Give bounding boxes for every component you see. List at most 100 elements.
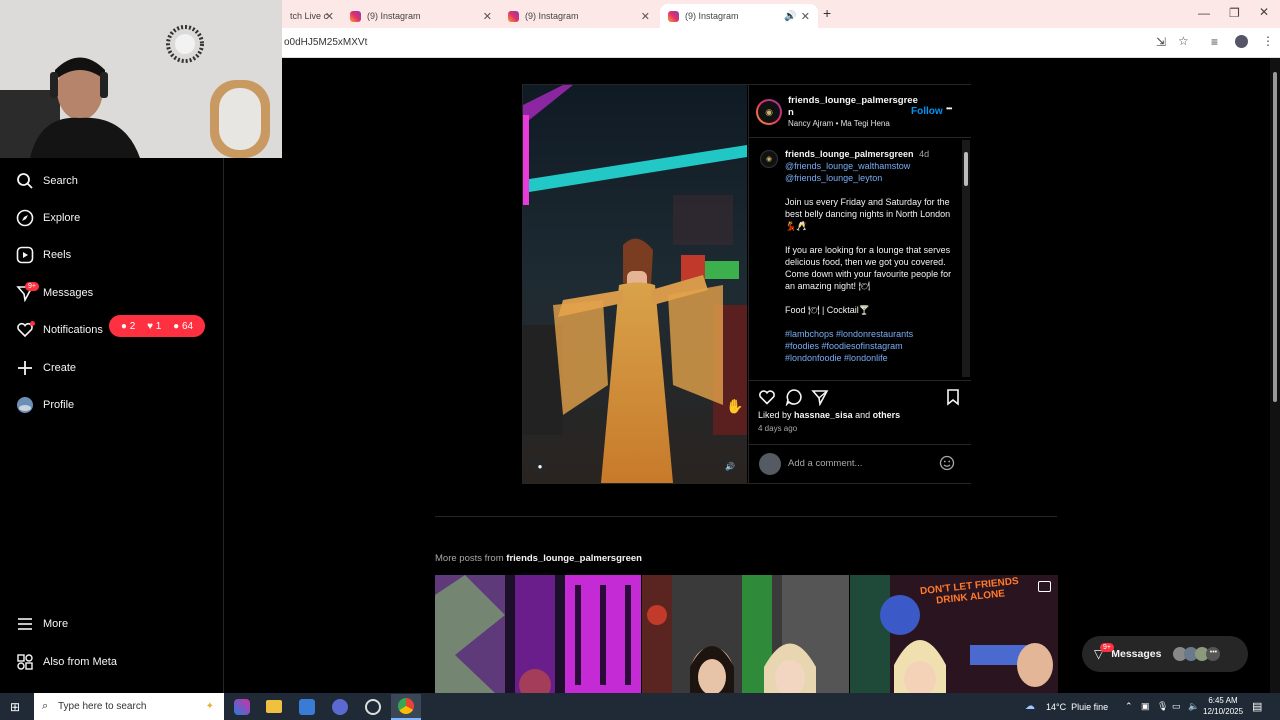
restore-icon[interactable]: ❐ [1229, 6, 1240, 20]
window-close-icon[interactable]: ✕ [1259, 5, 1269, 19]
hashtag-link[interactable]: #londonfoodie #londonlife [785, 352, 955, 364]
caption-scrollbar[interactable] [962, 140, 970, 377]
close-icon[interactable]: ✕ [801, 10, 810, 23]
page-scrollbar[interactable] [1270, 58, 1280, 693]
notifications-pill[interactable]: ● 2 ♥ 1 ● 64 [109, 315, 205, 337]
save-icon[interactable] [944, 388, 962, 411]
browser-tab[interactable]: (9) Instagram ✕ [500, 4, 658, 28]
sidebar-item-label: Create [43, 362, 77, 374]
weather-text[interactable]: 14°C Pluie fine [1046, 702, 1108, 712]
speaker-icon[interactable]: 🔊 [784, 11, 796, 22]
sidebar-item-profile[interactable]: Profile [16, 393, 74, 417]
browser-tab[interactable]: tch Live c ✕ [282, 4, 342, 28]
clock[interactable]: 6:45 AM 12/10/2025 [1203, 695, 1243, 717]
sidebar-item-label: Profile [43, 399, 75, 411]
tagged-people-icon[interactable]: ● [532, 458, 548, 474]
recent-chats-avatars: ••• [1173, 647, 1221, 661]
post-video[interactable] [523, 85, 747, 483]
emoji-icon[interactable] [939, 455, 955, 476]
more-options-icon[interactable]: ••• [946, 104, 952, 113]
install-app-icon[interactable]: ⇲ [1156, 35, 1166, 49]
more-posts-prefix: More posts from [435, 553, 507, 564]
author-avatar[interactable]: ◉ [756, 99, 782, 125]
audio-track[interactable]: Nancy Ajram • Ma Tegi Hena [788, 119, 890, 128]
author-username[interactable]: friends_lounge_palmersgree n [788, 95, 918, 119]
tray-app-icon[interactable]: ▣ [1141, 701, 1150, 712]
follow-button[interactable]: Follow [911, 106, 943, 117]
more-posts-username[interactable]: friends_lounge_palmersgreen [506, 553, 642, 564]
hashtag-link[interactable]: #foodies #foodiesofinstagram [785, 340, 955, 352]
new-tab-button[interactable]: + [823, 5, 831, 21]
meta-apps-icon [16, 653, 34, 671]
floating-messages-button[interactable]: ▽ Messages ••• [1082, 636, 1248, 672]
caption-username[interactable]: friends_lounge_palmersgreen [785, 149, 914, 159]
hashtag-link[interactable]: #lambchops #londonrestaurants [785, 328, 955, 340]
mention-link[interactable]: @friends_lounge_leyton [785, 172, 955, 184]
scrollbar-thumb[interactable] [1273, 72, 1277, 402]
reels-icon [16, 246, 34, 264]
webcam-overlay [0, 0, 282, 158]
close-icon[interactable]: ✕ [641, 10, 650, 23]
comment-count-value: 2 [129, 320, 136, 332]
taskbar-search[interactable]: ⌕ Type here to search ✦ [34, 693, 224, 720]
scrollbar-thumb[interactable] [964, 152, 968, 186]
sidebar-item-search[interactable]: Search [16, 169, 78, 193]
mention-link[interactable]: @friends_lounge_walthamstow [785, 160, 955, 172]
sound-icon[interactable]: 🔊 [722, 458, 738, 474]
sidebar-item-notifications[interactable]: Notifications [16, 318, 103, 342]
profile-avatar-icon[interactable] [1235, 35, 1248, 48]
liked-by-others[interactable]: others [873, 410, 901, 420]
notification-center-icon[interactable]: ▤ [1252, 700, 1262, 713]
sidebar-item-reels[interactable]: Reels [16, 243, 71, 267]
network-icon[interactable]: ▭ [1172, 701, 1181, 712]
close-icon[interactable]: ✕ [325, 10, 334, 23]
browser-tab-active[interactable]: (9) Instagram 🔊 ✕ [660, 4, 818, 28]
windows-start-icon[interactable]: ⊞ [10, 700, 20, 714]
webcam-video [0, 0, 282, 158]
compass-icon [16, 209, 34, 227]
microphone-icon[interactable]: 🎙 [1157, 701, 1168, 712]
chevron-up-icon[interactable]: ⌃ [1125, 701, 1133, 712]
sidebar-item-label: Search [43, 175, 78, 187]
clock-time: 6:45 AM [1208, 696, 1238, 705]
comment-icon[interactable] [785, 388, 803, 411]
chrome-taskbar-button[interactable] [391, 694, 421, 720]
chrome-icon [398, 698, 414, 714]
like-icon[interactable] [758, 388, 776, 411]
browser-tab[interactable]: (9) Instagram ✕ [342, 4, 500, 28]
sidebar-item-more[interactable]: More [16, 612, 68, 636]
volume-icon[interactable]: 🔈 [1188, 701, 1199, 712]
sidebar-item-create[interactable]: Create [16, 356, 76, 380]
sidebar-item-label: More [43, 618, 69, 630]
weather-icon: ☁ [1025, 701, 1035, 712]
file-explorer-icon[interactable] [266, 700, 282, 713]
liked-by-user[interactable]: hassnae_sisa [794, 410, 853, 420]
grid-post-thumbnail[interactable] [435, 575, 641, 693]
caption-avatar[interactable]: ◉ [760, 150, 778, 168]
bookmark-star-icon[interactable]: ☆ [1178, 34, 1189, 48]
close-icon[interactable]: ✕ [483, 10, 492, 23]
store-icon[interactable] [299, 699, 315, 715]
url-field[interactable]: o0dHJ5M25xMXVt [284, 37, 367, 48]
sidebar-item-explore[interactable]: Explore [16, 206, 80, 230]
minimize-icon[interactable]: — [1198, 6, 1210, 20]
media-control-icon[interactable]: ≡ [1211, 35, 1218, 49]
comment-input[interactable]: Add a comment... [788, 458, 862, 469]
grid-post-thumbnail[interactable] [642, 575, 849, 693]
kebab-menu-icon[interactable]: ⋮ [1262, 34, 1274, 48]
liked-by-mid: and [852, 410, 873, 420]
tab-title: (9) Instagram [685, 11, 739, 21]
taskbar-search-placeholder: Type here to search [58, 701, 147, 712]
messenger-app-icon[interactable] [332, 699, 348, 715]
sidebar-item-label: Explore [43, 212, 81, 224]
heart-filled-icon: ♥ [147, 320, 153, 332]
share-icon[interactable] [811, 388, 829, 411]
caption-scroll-area[interactable]: friends_lounge_palmersgreen 4d @friends_… [785, 148, 955, 374]
copilot-icon[interactable] [234, 699, 250, 715]
app-icon[interactable] [365, 699, 381, 715]
sidebar-item-also-from-meta[interactable]: Also from Meta [16, 650, 117, 674]
grid-post-thumbnail[interactable]: DON'T LET FRIENDS DRINK ALONE [850, 575, 1058, 693]
sidebar-item-label: Reels [43, 249, 72, 261]
sidebar-item-label: Notifications [43, 324, 103, 336]
hamburger-icon [16, 615, 34, 633]
